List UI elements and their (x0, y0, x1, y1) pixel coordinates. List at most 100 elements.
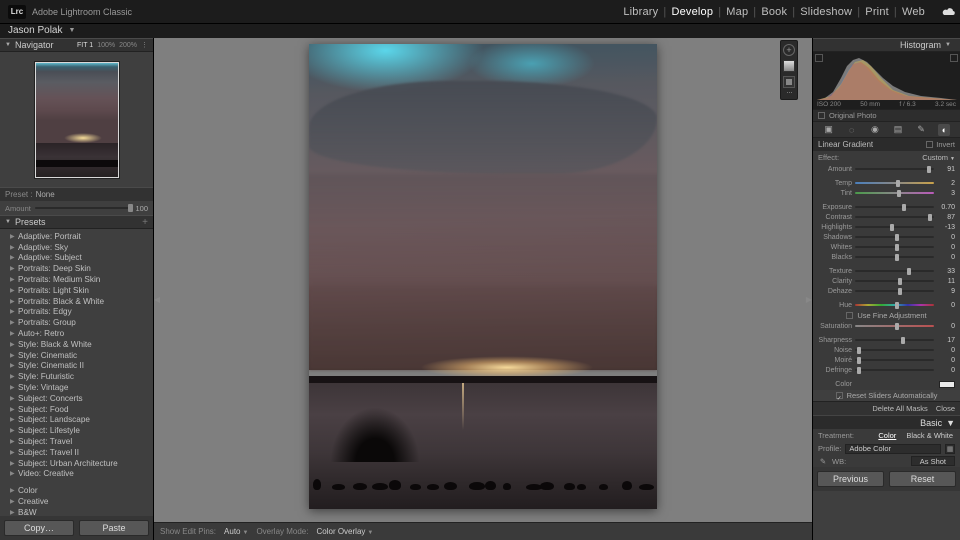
slider-contrast[interactable]: Contrast87 (813, 212, 960, 222)
slider-whites[interactable]: Whites0 (813, 242, 960, 252)
fine-adjustment-toggle[interactable]: Use Fine Adjustment (813, 310, 960, 321)
histogram[interactable]: ISO 200 50 mm f / 6.3 3.2 sec (813, 52, 960, 110)
slider-tint[interactable]: Tint3 (813, 188, 960, 198)
module-book[interactable]: Book (756, 6, 792, 18)
nav-zoom-100[interactable]: 100% (97, 42, 115, 49)
slider-noise[interactable]: Noise0 (813, 345, 960, 355)
checkbox-icon[interactable] (836, 392, 843, 399)
highlight-clip-icon[interactable] (950, 54, 958, 62)
preset-item[interactable]: ▶Subject: Travel (0, 436, 153, 447)
photo[interactable] (309, 44, 657, 509)
preset-item[interactable]: ▶Auto+: Retro (0, 328, 153, 339)
delete-masks-button[interactable]: Delete All Masks (872, 404, 927, 413)
redeye-tool-icon[interactable]: ◉ (869, 124, 881, 136)
preset-item[interactable]: ▶Video: Creative (0, 469, 153, 480)
preset-item[interactable]: ▶Subject: Urban Architecture (0, 458, 153, 469)
collapse-left-icon[interactable]: ◀ (154, 289, 160, 309)
preset-item[interactable]: ▶Style: Vintage (0, 382, 153, 393)
slider-highlights[interactable]: Highlights-13 (813, 222, 960, 232)
preset-item[interactable]: ▶Portraits: Deep Skin (0, 263, 153, 274)
mask-thumb[interactable] (783, 60, 795, 72)
preset-item[interactable]: ▶Subject: Concerts (0, 393, 153, 404)
slider-dehaze[interactable]: Dehaze9 (813, 286, 960, 296)
slider-texture[interactable]: Texture33 (813, 266, 960, 276)
mask-dock[interactable]: + (780, 40, 798, 100)
module-slideshow[interactable]: Slideshow (795, 6, 857, 18)
preset-item[interactable]: ▶Portraits: Black & White (0, 296, 153, 307)
reset-button[interactable]: Reset (889, 471, 956, 487)
preset-item[interactable]: ▶Subject: Lifestyle (0, 425, 153, 436)
canvas[interactable] (154, 38, 812, 522)
heal-tool-icon[interactable]: ◌ (846, 124, 858, 136)
slider-moiré[interactable]: Moiré0 (813, 355, 960, 365)
preset-item[interactable]: ▶Portraits: Medium Skin (0, 274, 153, 285)
slider-temp[interactable]: Temp2 (813, 178, 960, 188)
module-library[interactable]: Library (618, 6, 663, 18)
profile-dropdown[interactable]: Adobe Color (845, 444, 941, 454)
slider-saturation[interactable]: Saturation0 (813, 321, 960, 331)
preset-item[interactable]: ▶Color (0, 485, 153, 496)
nav-zoom-200[interactable]: 200% (119, 42, 137, 49)
wb-picker-icon[interactable]: ✎ (818, 457, 828, 466)
overlay-mode-dropdown[interactable]: Color Overlay▼ (316, 527, 373, 536)
slider-shadows[interactable]: Shadows0 (813, 232, 960, 242)
preset-item[interactable]: ▶Adaptive: Portrait (0, 231, 153, 242)
copy-button[interactable]: Copy… (4, 520, 74, 536)
module-develop[interactable]: Develop (666, 6, 718, 18)
presets-header[interactable]: ▼ Presets + (0, 215, 153, 229)
preset-item[interactable]: ▶B&W (0, 507, 153, 516)
mask-tool-icon[interactable]: ◐ (938, 124, 950, 136)
preset-item[interactable]: ▶Portraits: Group (0, 317, 153, 328)
identity-plate[interactable]: Jason Polak▼ (0, 24, 960, 38)
preset-item[interactable]: ▶Style: Futuristic (0, 371, 153, 382)
slider-clarity[interactable]: Clarity11 (813, 276, 960, 286)
module-map[interactable]: Map (721, 6, 753, 18)
slider-exposure[interactable]: Exposure0.70 (813, 202, 960, 212)
cloud-sync-icon[interactable] (936, 7, 952, 17)
preset-item[interactable]: ▶Portraits: Edgy (0, 307, 153, 318)
reset-auto-row[interactable]: Reset Sliders Automatically (813, 390, 960, 401)
slider-defringe[interactable]: Defringe0 (813, 365, 960, 375)
module-web[interactable]: Web (897, 6, 930, 18)
treatment-color[interactable]: Color (876, 431, 898, 440)
wb-dropdown[interactable]: As Shot (911, 456, 955, 466)
close-masks-button[interactable]: Close (936, 404, 955, 413)
original-photo-toggle[interactable]: Original Photo (813, 110, 960, 122)
collapse-right-icon[interactable]: ▶ (806, 289, 812, 309)
slider-hue[interactable]: Hue0 (813, 300, 960, 310)
crop-tool-icon[interactable]: ▣ (823, 124, 835, 136)
slider-blacks[interactable]: Blacks0 (813, 252, 960, 262)
slider-amount[interactable]: Amount91 (813, 164, 960, 174)
basic-header[interactable]: Basic ▼ (813, 415, 960, 429)
paste-button[interactable]: Paste (79, 520, 149, 536)
invert-mask[interactable]: Invert (926, 140, 955, 149)
effect-dropdown[interactable]: Custom▼ (922, 153, 955, 162)
navigator-preview[interactable] (0, 52, 153, 187)
preset-item[interactable]: ▶Subject: Food (0, 404, 153, 415)
navigator-header[interactable]: ▼ Navigator FIT 1 100% 200% ⋮ (0, 38, 153, 52)
add-preset-icon[interactable]: + (142, 217, 148, 228)
preset-item[interactable]: ▶Subject: Travel II (0, 447, 153, 458)
profile-browser-icon[interactable]: ▦ (945, 444, 955, 454)
add-mask-icon[interactable]: + (783, 44, 795, 56)
mask-options-icon[interactable] (783, 92, 795, 96)
shadow-clip-icon[interactable] (815, 54, 823, 62)
preset-item[interactable]: ▶Adaptive: Subject (0, 253, 153, 264)
previous-button[interactable]: Previous (817, 471, 884, 487)
slider-color[interactable]: Color (813, 379, 960, 389)
slider-sharpness[interactable]: Sharpness17 (813, 335, 960, 345)
preset-item[interactable]: ▶Adaptive: Sky (0, 242, 153, 253)
mask-thumb-2[interactable] (783, 76, 795, 88)
show-pins-dropdown[interactable]: Auto▼ (224, 527, 248, 536)
preset-item[interactable]: ▶Subject: Landscape (0, 415, 153, 426)
nav-zoom-fit[interactable]: FIT 1 (77, 42, 93, 49)
gradient-tool-icon[interactable]: ▤ (892, 124, 904, 136)
preset-item[interactable]: ▶Style: Black & White (0, 339, 153, 350)
treatment-bw[interactable]: Black & White (904, 431, 955, 440)
brush-tool-icon[interactable]: ✎ (915, 124, 927, 136)
module-print[interactable]: Print (860, 6, 894, 18)
color-swatch[interactable] (939, 381, 955, 388)
nav-zoom-menu[interactable]: ⋮ (141, 41, 148, 49)
preset-item[interactable]: ▶Style: Cinematic (0, 350, 153, 361)
preset-item[interactable]: ▶Portraits: Light Skin (0, 285, 153, 296)
